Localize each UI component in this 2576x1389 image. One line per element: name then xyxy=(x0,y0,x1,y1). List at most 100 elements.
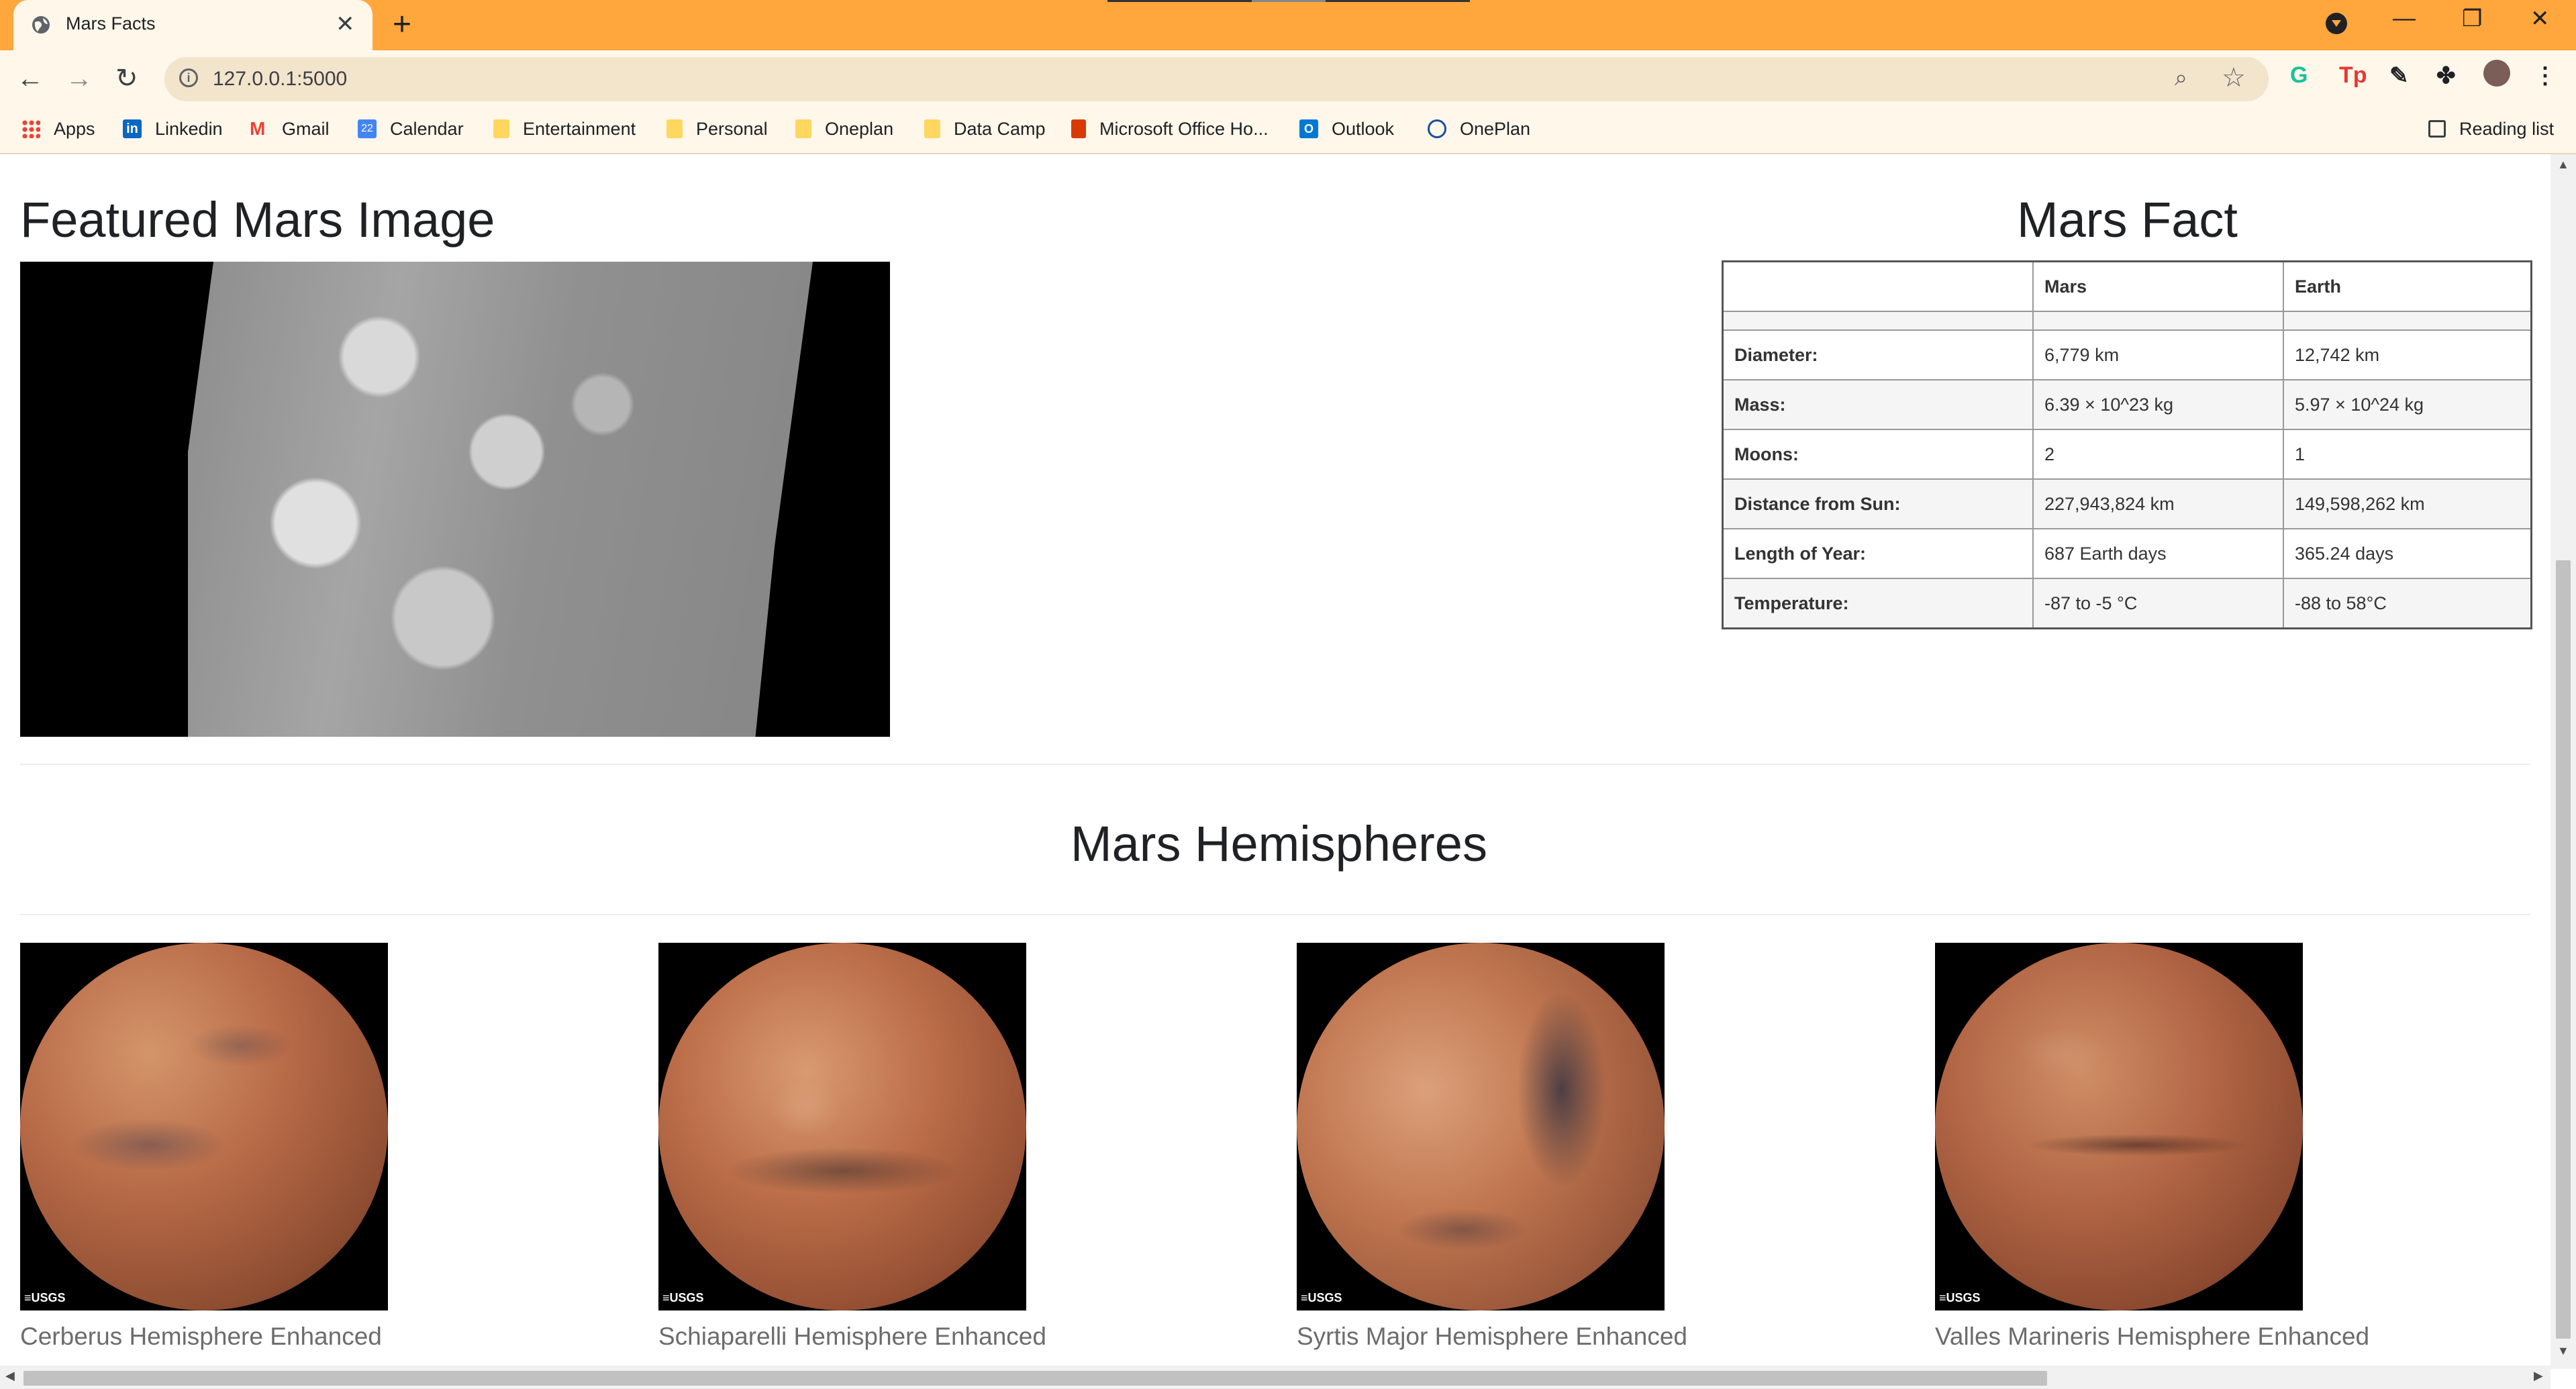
usgs-logo: ≡USGS xyxy=(1301,1291,1342,1304)
hemisphere-card-syrtis-major[interactable]: ≡USGS Syrtis Major Hemisphere Enhanced xyxy=(1297,943,1687,1351)
table-header-cell: Earth xyxy=(2283,260,2532,312)
mars-value: 687 Earth days xyxy=(2032,528,2284,579)
bookmark-microsoft-office[interactable]: Microsoft Office Ho... xyxy=(1071,115,1269,142)
bookmark-linkedin[interactable]: in Linkedin xyxy=(123,115,223,142)
grammarly-icon[interactable]: G xyxy=(2290,62,2308,89)
hemisphere-card-cerberus[interactable]: ≡USGS Cerberus Hemisphere Enhanced xyxy=(20,943,388,1351)
table-row: Temperature: -87 to -5 °C -88 to 58°C xyxy=(1722,578,2532,629)
hemisphere-card-valles-marineris[interactable]: ≡USGS Valles Marineris Hemisphere Enhanc… xyxy=(1935,943,2369,1351)
apps-grid-icon xyxy=(21,119,40,138)
browser-tab[interactable]: Mars Facts ✕ xyxy=(13,0,373,50)
bookmark-outlook[interactable]: O Outlook xyxy=(1299,115,1394,142)
profile-avatar[interactable] xyxy=(2483,60,2510,87)
scroll-left-arrow-icon[interactable]: ◀ xyxy=(5,1369,15,1383)
table-row: Length of Year: 687 Earth days 365.24 da… xyxy=(1722,528,2532,579)
tp-extension-icon[interactable]: Tp xyxy=(2339,62,2367,89)
reload-icon[interactable]: ↻ xyxy=(115,62,138,95)
linkedin-icon: in xyxy=(123,119,142,138)
earth-value: 5.97 × 10^24 kg xyxy=(2283,379,2532,430)
hemispheres-title: Mars Hemispheres xyxy=(1071,816,1487,872)
table-row xyxy=(1722,311,2532,331)
table-row: Distance from Sun: 227,943,824 km 149,59… xyxy=(1722,478,2532,529)
bookmark-data-camp[interactable]: Data Camp xyxy=(924,115,1046,142)
calendar-icon: 22 xyxy=(358,119,377,138)
table-row: Diameter: 6,779 km 12,742 km xyxy=(1722,329,2532,380)
folder-icon xyxy=(924,119,940,138)
hemisphere-image[interactable]: ≡USGS xyxy=(20,943,388,1310)
hemisphere-image[interactable]: ≡USGS xyxy=(1297,943,1665,1310)
url-text[interactable]: 127.0.0.1:5000 xyxy=(213,68,347,91)
planet-dark-region xyxy=(1935,943,2303,1310)
bookmark-personal[interactable]: Personal xyxy=(666,115,768,142)
forward-arrow-icon[interactable]: → xyxy=(66,62,93,95)
gmail-icon: M xyxy=(250,118,266,139)
featured-image-title: Featured Mars Image xyxy=(20,192,495,248)
tab-bar: Mars Facts ✕ + — ❐ ✕ xyxy=(0,0,2576,50)
tab-search-icon[interactable] xyxy=(2326,13,2347,34)
vertical-scrollbar-thumb[interactable] xyxy=(2556,560,2571,1339)
table-header-row: Mars Earth xyxy=(1722,260,2532,312)
bookmark-oneplan-folder[interactable]: Oneplan xyxy=(795,115,893,142)
bookmark-apps[interactable]: Apps xyxy=(21,115,95,142)
hemisphere-image[interactable]: ≡USGS xyxy=(1935,943,2303,1310)
mars-value: 2 xyxy=(2032,429,2284,480)
hemisphere-card-schiaparelli[interactable]: ≡USGS Schiaparelli Hemisphere Enhanced xyxy=(658,943,1046,1351)
mars-value: -87 to -5 °C xyxy=(2032,578,2284,629)
section-divider xyxy=(20,914,2530,915)
hemisphere-title[interactable]: Schiaparelli Hemisphere Enhanced xyxy=(658,1323,1046,1351)
row-label: Mass: xyxy=(1722,379,2034,430)
bookmarks-bar: Apps in Linkedin M Gmail 22 Calendar Ent… xyxy=(0,107,2576,154)
page-content: Featured Mars Image Mars Fact Mars Earth… xyxy=(0,154,2550,1369)
hemisphere-title[interactable]: Syrtis Major Hemisphere Enhanced xyxy=(1297,1323,1687,1351)
outlook-icon: O xyxy=(1299,119,1318,138)
mars-value: 6,779 km xyxy=(2032,329,2284,380)
mars-value: 6.39 × 10^23 kg xyxy=(2032,379,2284,430)
close-tab-icon[interactable]: ✕ xyxy=(336,11,355,38)
table-header-cell: Mars xyxy=(2032,260,2284,312)
bookmark-entertainment[interactable]: Entertainment xyxy=(493,115,636,142)
close-window-icon[interactable]: ✕ xyxy=(2530,5,2550,32)
hemisphere-title[interactable]: Valles Marineris Hemisphere Enhanced xyxy=(1935,1323,2369,1351)
scroll-down-arrow-icon[interactable]: ▼ xyxy=(2557,1344,2569,1358)
reading-list-button[interactable]: Reading list xyxy=(2428,115,2554,142)
bookmark-gmail[interactable]: M Gmail xyxy=(250,115,330,142)
usgs-logo: ≡USGS xyxy=(662,1291,704,1304)
folder-icon xyxy=(795,119,811,138)
table-row: Mass: 6.39 × 10^23 kg 5.97 × 10^24 kg xyxy=(1722,379,2532,430)
pen-extension-icon[interactable]: ✎ xyxy=(2389,62,2409,89)
bookmark-oneplan[interactable]: OnePlan xyxy=(1428,115,1530,142)
scroll-up-arrow-icon[interactable]: ▲ xyxy=(2557,158,2569,172)
scroll-right-arrow-icon[interactable]: ▶ xyxy=(2534,1369,2543,1383)
hemisphere-image[interactable]: ≡USGS xyxy=(658,943,1026,1310)
address-bar[interactable]: i 127.0.0.1:5000 ⌕ ☆ xyxy=(164,57,2269,101)
horizontal-scrollbar-thumb[interactable] xyxy=(23,1371,2047,1386)
row-label: Length of Year: xyxy=(1722,528,2034,579)
back-arrow-icon[interactable]: ← xyxy=(17,62,44,95)
earth-value: -88 to 58°C xyxy=(2283,578,2532,629)
row-label: Temperature: xyxy=(1722,578,2034,629)
bookmark-calendar[interactable]: 22 Calendar xyxy=(358,115,464,142)
earth-value: 365.24 days xyxy=(2283,528,2532,579)
minimize-icon[interactable]: — xyxy=(2393,5,2416,32)
row-label: Diameter: xyxy=(1722,329,2034,380)
restore-icon[interactable]: ❐ xyxy=(2462,5,2482,32)
featured-mars-image[interactable] xyxy=(20,262,890,737)
globe-icon xyxy=(32,16,50,34)
row-label: Distance from Sun: xyxy=(1722,478,2034,529)
site-info-icon[interactable]: i xyxy=(179,68,198,87)
office-icon xyxy=(1071,119,1086,138)
usgs-logo: ≡USGS xyxy=(1939,1291,1981,1304)
hemisphere-title[interactable]: Cerberus Hemisphere Enhanced xyxy=(20,1323,388,1351)
earth-value: 12,742 km xyxy=(2283,329,2532,380)
mars-facts-table: Mars Earth Diameter: 6,779 km 12,742 km … xyxy=(1722,260,2532,629)
menu-kebab-icon[interactable]: ⋮ xyxy=(2534,62,2557,89)
bookmark-star-icon[interactable]: ☆ xyxy=(2222,62,2246,93)
earth-value: 1 xyxy=(2283,429,2532,480)
extensions-puzzle-icon[interactable]: ✤ xyxy=(2436,62,2456,89)
zoom-icon[interactable]: ⌕ xyxy=(2175,65,2187,91)
oneplan-icon xyxy=(1428,119,1446,138)
new-tab-button[interactable]: + xyxy=(393,9,411,41)
mars-value: 227,943,824 km xyxy=(2032,478,2284,529)
usgs-logo: ≡USGS xyxy=(24,1291,66,1304)
table-header-cell xyxy=(1722,260,2034,312)
